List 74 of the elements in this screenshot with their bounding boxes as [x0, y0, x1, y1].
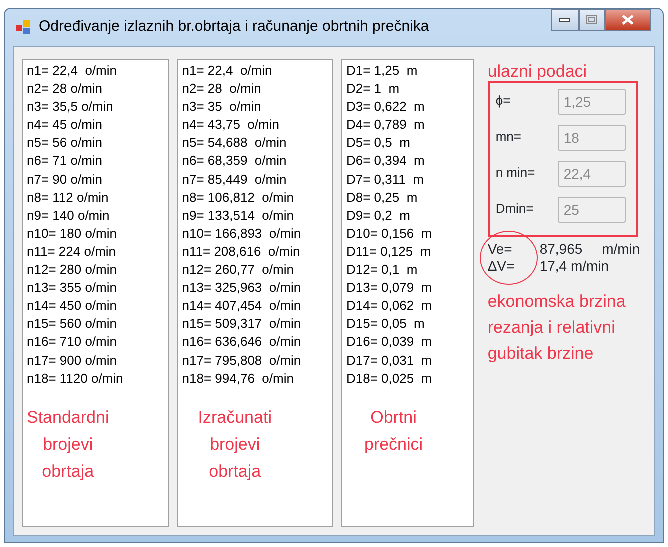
annotation-text: ekonomska brzina rezanja i relativni gubitak brzine [488, 291, 627, 365]
list-item[interactable]: n12= 280 o/min [27, 261, 164, 280]
list-item[interactable]: n11= 224 o/min [27, 242, 164, 262]
list-item[interactable]: n12= 260,77 o/min [182, 261, 328, 280]
maximize-icon [586, 15, 598, 25]
list-item[interactable]: n13= 355 o/min [27, 279, 164, 298]
list-item[interactable]: D18= 0,025 m [346, 370, 469, 388]
annotation-text: Obrtni prečnici [364, 406, 424, 456]
list-item[interactable]: D11= 0,125 m [346, 242, 469, 262]
list-item[interactable]: n5= 54,688 o/min [182, 134, 328, 152]
list-item[interactable]: n4= 45 o/min [27, 116, 164, 134]
list-item[interactable]: D1= 1,25 m [346, 62, 469, 80]
list-item[interactable]: n17= 795,808 o/min [182, 352, 328, 370]
list-item[interactable]: n11= 208,616 o/min [182, 242, 328, 262]
field-label: mn= [496, 128, 522, 146]
result-label: ΔV= [488, 258, 516, 275]
list-item[interactable]: n10= 180 o/min [27, 224, 164, 243]
window-title: Određivanje izlaznih br.obrtaja i računanje obrtnih prečnika [39, 16, 430, 37]
list-item[interactable]: D5= 0,5 m [346, 134, 469, 152]
list-item[interactable]: n10= 166,893 o/min [182, 224, 328, 243]
list-item[interactable]: n7= 90 o/min [27, 170, 164, 189]
list-item[interactable]: n8= 112 o/min [27, 188, 164, 207]
list-item[interactable]: n6= 71 o/min [27, 152, 164, 171]
minimize-button[interactable] [551, 9, 579, 31]
list-item[interactable]: n16= 710 o/min [27, 333, 164, 352]
field-label: Dmin= [496, 200, 534, 218]
list-item[interactable]: D3= 0,622 m [346, 98, 469, 116]
minimize-icon [559, 16, 571, 24]
result-value: 17,4 m/min [540, 258, 610, 275]
annotation-text: Standardni brojevi obrtaja [27, 406, 110, 483]
list-item[interactable]: n2= 28 o/min [182, 80, 328, 98]
list-item[interactable]: n1= 22,4 o/min [27, 62, 164, 80]
list-item[interactable]: n8= 106,812 o/min [182, 188, 328, 207]
app-icon [15, 19, 31, 35]
list-item[interactable]: D13= 0,079 m [346, 279, 469, 298]
annotation-text: Izračunati brojevi obrtaja [198, 406, 272, 483]
list-item[interactable]: D15= 0,05 m [346, 315, 469, 334]
list-item[interactable]: D12= 0,1 m [346, 261, 469, 280]
list-item[interactable]: n14= 407,454 o/min [182, 297, 328, 316]
field-label: n min= [496, 164, 536, 182]
list-item[interactable]: n18= 1120 o/min [27, 370, 164, 388]
result-value: 87,965 m/min [540, 241, 642, 258]
list-item[interactable]: D10= 0,156 m [346, 224, 469, 243]
annotation-text: ulazni podaci [488, 61, 588, 83]
list-item[interactable]: n17= 900 o/min [27, 352, 164, 370]
list-item[interactable]: n13= 325,963 o/min [182, 279, 328, 298]
list-item[interactable]: n4= 43,75 o/min [182, 116, 328, 134]
list-item[interactable]: D7= 0,311 m [346, 170, 469, 189]
list-item[interactable]: n1= 22,4 o/min [182, 62, 328, 80]
list-item[interactable]: n3= 35 o/min [182, 98, 328, 116]
close-icon [621, 15, 635, 25]
list-item[interactable]: n3= 35,5 o/min [27, 98, 164, 116]
close-button[interactable] [605, 9, 651, 31]
list-item[interactable]: n5= 56 o/min [27, 134, 164, 152]
list-item[interactable]: n9= 133,514 o/min [182, 206, 328, 225]
list-item[interactable]: D6= 0,394 m [346, 152, 469, 171]
result-label: Ve= [488, 241, 514, 258]
list-item[interactable]: D16= 0,039 m [346, 333, 469, 352]
list-item[interactable]: D2= 1 m [346, 80, 469, 98]
list-item[interactable]: n16= 636,646 o/min [182, 333, 328, 352]
list-item[interactable]: n2= 28 o/min [27, 80, 164, 98]
list-item[interactable]: n18= 994,76 o/min [182, 370, 328, 388]
list-item[interactable]: n6= 68,359 o/min [182, 152, 328, 171]
list-item[interactable]: n15= 560 o/min [27, 315, 164, 334]
list-item[interactable]: n7= 85,449 o/min [182, 170, 328, 189]
list-item[interactable]: D8= 0,25 m [346, 188, 469, 207]
list-item[interactable]: n9= 140 o/min [27, 206, 164, 225]
list-item[interactable]: n14= 450 o/min [27, 297, 164, 316]
list-item[interactable]: D4= 0,789 m [346, 116, 469, 134]
field-label: ϕ= [496, 92, 511, 110]
list-item[interactable]: n15= 509,317 o/min [182, 315, 328, 334]
list-item[interactable]: D17= 0,031 m [346, 352, 469, 370]
list-item[interactable]: D14= 0,062 m [346, 297, 469, 316]
list-item[interactable]: D9= 0,2 m [346, 206, 469, 225]
